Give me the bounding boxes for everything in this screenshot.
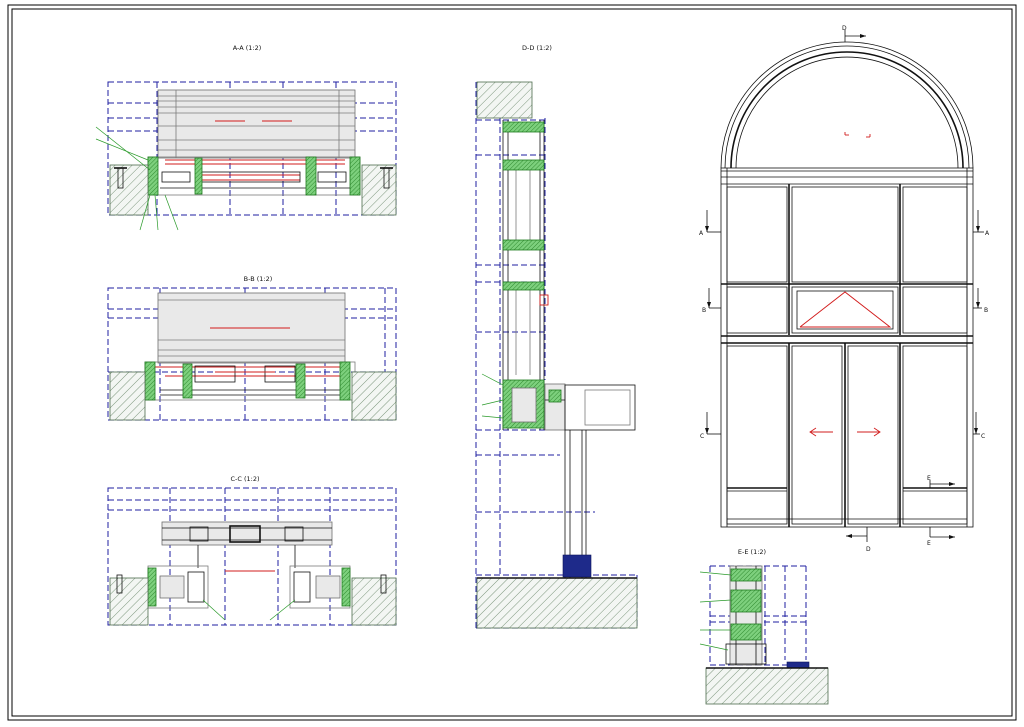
section-d-d-title: D-D (1:2) bbox=[522, 44, 552, 52]
marker-d-top: D bbox=[842, 25, 847, 32]
section-c-c-transom bbox=[161, 521, 333, 572]
elevation-frame bbox=[720, 167, 974, 528]
section-d-d-grid bbox=[475, 82, 638, 629]
cad-drawing-sheet: A-A (1:2) B-B (1:2) C-C (1:2) D-D (1:2) … bbox=[7, 4, 1017, 721]
section-e-e: E-E (1:2) bbox=[699, 548, 829, 705]
marker-e-bottom: E bbox=[927, 540, 931, 547]
section-c-c-title: C-C (1:2) bbox=[230, 475, 259, 483]
section-b-b-frame bbox=[144, 292, 356, 401]
marker-a-right: A bbox=[985, 230, 990, 237]
elevation-door-panels bbox=[721, 335, 973, 527]
section-d-d-floor bbox=[476, 577, 638, 629]
section-e-e-floor bbox=[705, 667, 829, 705]
section-c-c-jambs bbox=[147, 565, 351, 621]
section-a-a-title: A-A (1:2) bbox=[233, 44, 262, 52]
marker-c-right: C bbox=[981, 433, 985, 440]
marker-c-left: C bbox=[700, 433, 704, 440]
marker-a-left: A bbox=[699, 230, 704, 237]
front-elevation: A A B B C C D D E E bbox=[699, 25, 990, 553]
marker-b-left: B bbox=[702, 307, 706, 314]
elevation-upper-panels bbox=[721, 184, 973, 335]
section-b-b-title: B-B (1:2) bbox=[244, 275, 273, 283]
section-a-a-frame bbox=[147, 89, 361, 196]
awning-opening-indicator bbox=[799, 291, 892, 328]
marker-d-bottom: D bbox=[866, 546, 871, 553]
marker-e-top: E bbox=[927, 475, 931, 482]
section-a-a: A-A (1:2) bbox=[95, 44, 397, 231]
section-d-d-mullion bbox=[481, 120, 549, 430]
section-b-b: B-B (1:2) bbox=[107, 275, 397, 421]
section-c-c: C-C (1:2) bbox=[107, 475, 397, 626]
marker-b-right: B bbox=[984, 307, 988, 314]
section-d-d-ceiling bbox=[476, 81, 533, 119]
section-e-e-title: E-E (1:2) bbox=[738, 548, 766, 556]
elevation-arch bbox=[720, 41, 974, 169]
section-d-d-door-profile bbox=[544, 383, 636, 595]
section-d-d: D-D (1:2) bbox=[475, 44, 638, 629]
